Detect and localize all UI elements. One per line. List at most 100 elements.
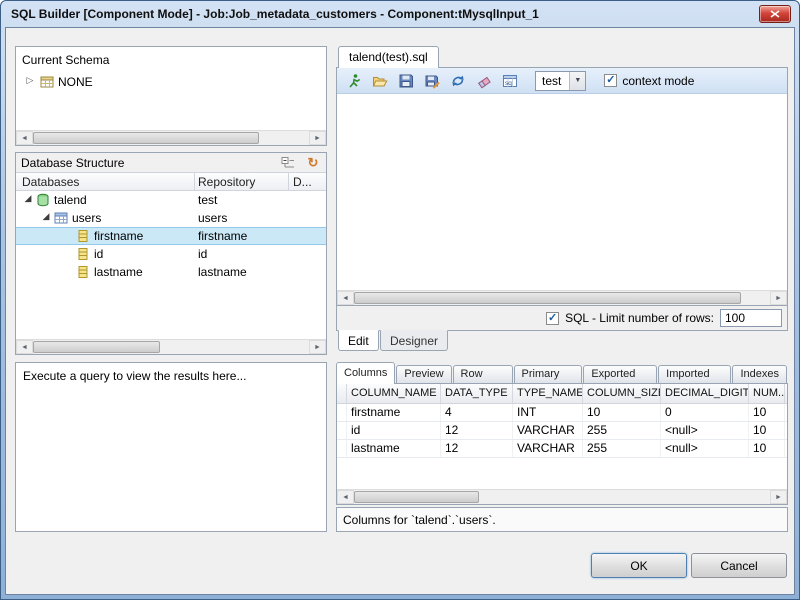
col-header[interactable]: DECIMAL_DIGITS (661, 384, 749, 403)
h-scrollbar[interactable]: ◄ ► (16, 339, 326, 354)
col-header[interactable]: NUM... (749, 384, 785, 403)
expander-icon[interactable]: ◢ (40, 211, 52, 222)
tree-row-talend[interactable]: ◢ talend test (16, 191, 326, 209)
table-row[interactable]: id 12 VARCHAR 255 <null> 10 (337, 422, 787, 440)
tree-row-firstname[interactable]: firstname firstname (16, 227, 326, 245)
h-scrollbar[interactable]: ◄ ► (337, 489, 787, 504)
col-header-repository[interactable]: Repository (198, 175, 255, 189)
titlebar[interactable]: SQL Builder [Component Mode] - Job:Job_m… (1, 1, 799, 27)
column-divider (194, 173, 195, 191)
sql-limit-label[interactable]: SQL - Limit number of rows: (565, 311, 714, 325)
cell: 0 (661, 404, 749, 421)
close-button[interactable] (759, 5, 791, 23)
open-icon (372, 73, 388, 89)
expander-icon[interactable]: ▷ (24, 75, 36, 86)
results-tabs: Columns Preview Row Count Primary Keys E… (336, 362, 788, 383)
expander-icon[interactable]: ◢ (22, 193, 34, 204)
col-header-databases[interactable]: Databases (22, 175, 79, 189)
table-row[interactable]: firstname 4 INT 10 0 10 (337, 404, 787, 422)
generate-select-icon: sq (502, 73, 518, 89)
sql-editor-area[interactable] (337, 94, 787, 290)
tab-preview[interactable]: Preview (396, 365, 451, 383)
tab-row-count[interactable]: Row Count (453, 365, 513, 383)
clear-query-button[interactable] (473, 71, 495, 91)
execute-query-button[interactable] (343, 71, 365, 91)
scroll-track[interactable] (354, 490, 770, 504)
tab-edit[interactable]: Edit (338, 330, 379, 351)
tab-indexes[interactable]: Indexes (732, 365, 787, 383)
cell: 255 (583, 422, 661, 439)
column-icon (76, 247, 90, 261)
check-icon: ✓ (548, 313, 557, 324)
combo-dropdown-button[interactable]: ▼ (569, 72, 585, 90)
collapse-all-button[interactable] (279, 154, 297, 171)
h-scrollbar[interactable]: ◄ ► (337, 290, 787, 305)
tree-row-none[interactable]: ▷ NONE (16, 73, 326, 91)
cell: 10 (583, 404, 661, 421)
db-tree: ◢ talend test ◢ users users (16, 191, 326, 339)
scroll-track[interactable] (33, 131, 309, 145)
sql-limit-checkbox[interactable]: ✓ (546, 312, 559, 325)
current-schema-panel: Current Schema ▷ NONE ◄ ► (15, 46, 327, 146)
scroll-left-button[interactable]: ◄ (16, 340, 33, 354)
scroll-thumb[interactable] (33, 341, 160, 353)
scroll-left-button[interactable]: ◄ (337, 291, 354, 305)
scroll-right-button[interactable]: ► (309, 340, 326, 354)
scroll-left-button[interactable]: ◄ (337, 490, 354, 504)
tab-exported-keys[interactable]: Exported Keys (583, 365, 657, 383)
tab-columns[interactable]: Columns (336, 362, 395, 384)
gutter-header (337, 384, 347, 403)
tab-designer[interactable]: Designer (380, 330, 448, 351)
cell: <null> (661, 422, 749, 439)
tab-imported-keys[interactable]: Imported Keys (658, 365, 731, 383)
scroll-right-button[interactable]: ► (770, 291, 787, 305)
repository-value: users (198, 211, 227, 225)
schema-icon (40, 75, 54, 89)
refresh-button[interactable]: ↻ (304, 154, 322, 171)
save-as-button[interactable] (421, 71, 443, 91)
table-row[interactable]: lastname 12 VARCHAR 255 <null> 10 (337, 440, 787, 458)
scroll-thumb[interactable] (354, 491, 479, 503)
save-button[interactable] (395, 71, 417, 91)
refresh-icon: ↻ (308, 155, 319, 171)
editor-body: sq test ▼ ✓ context mode ◄ ► (336, 68, 788, 306)
col-header-d[interactable]: D... (293, 175, 312, 189)
col-header[interactable]: DATA_TYPE (441, 384, 513, 403)
scroll-thumb[interactable] (33, 132, 259, 144)
context-mode-label[interactable]: context mode (622, 74, 694, 88)
tree-row-lastname[interactable]: lastname lastname (16, 263, 326, 281)
tab-primary-keys[interactable]: Primary Keys (514, 365, 583, 383)
scroll-track[interactable] (354, 291, 770, 305)
tab-sql-file[interactable]: talend(test).sql (338, 46, 439, 68)
repository-value: firstname (198, 229, 247, 243)
scroll-track[interactable] (33, 340, 309, 354)
scroll-thumb[interactable] (354, 292, 741, 304)
open-button[interactable] (369, 71, 391, 91)
col-header[interactable]: COLUMN_SIZE (583, 384, 661, 403)
tree-row-users[interactable]: ◢ users users (16, 209, 326, 227)
generate-select-button[interactable]: sq (499, 71, 521, 91)
ok-button[interactable]: OK (591, 553, 687, 578)
database-structure-header: Database Structure ↻ (16, 153, 326, 173)
scroll-right-button[interactable]: ► (770, 490, 787, 504)
scroll-right-button[interactable]: ► (309, 131, 326, 145)
refresh-connection-icon (450, 73, 466, 89)
col-header[interactable]: COLUMN_NAME (347, 384, 441, 403)
tree-row-id[interactable]: id id (16, 245, 326, 263)
tree-label: users (72, 211, 101, 225)
refresh-connection-button[interactable] (447, 71, 469, 91)
cell: INT (513, 404, 583, 421)
scroll-left-button[interactable]: ◄ (16, 131, 33, 145)
connection-combo[interactable]: test ▼ (535, 71, 586, 91)
cell: 12 (441, 422, 513, 439)
col-header[interactable]: TYPE_NAME (513, 384, 583, 403)
limit-input[interactable] (720, 309, 782, 327)
results-status-text: Columns for `talend`.`users`. (343, 513, 496, 527)
cell: lastname (347, 440, 441, 457)
collapse-all-icon (281, 156, 295, 170)
context-mode-checkbox[interactable]: ✓ (604, 74, 617, 87)
cancel-button[interactable]: Cancel (691, 553, 787, 578)
column-icon (76, 265, 90, 279)
h-scrollbar[interactable]: ◄ ► (16, 130, 326, 145)
save-as-icon (424, 73, 440, 89)
